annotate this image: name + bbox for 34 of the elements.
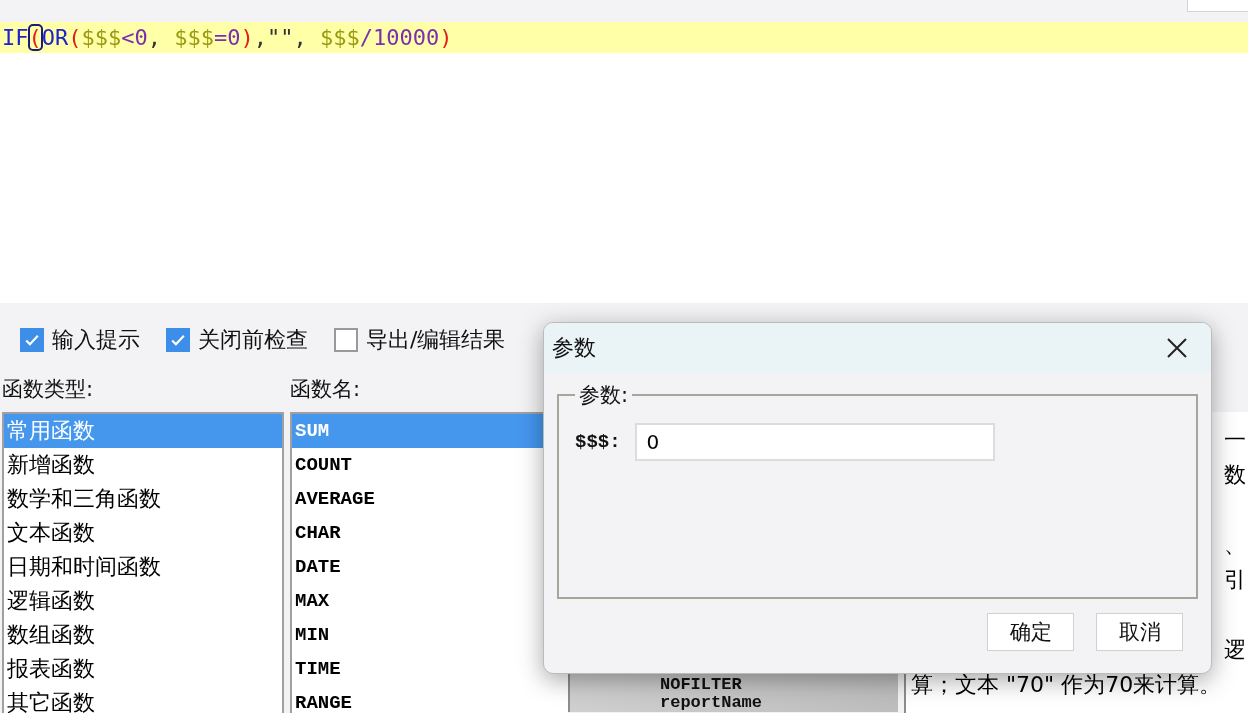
checkbox[interactable] (166, 328, 190, 352)
tree-item[interactable]: NOFILTER (660, 676, 898, 694)
parameter-input[interactable]: 0 (634, 423, 995, 461)
list-item[interactable]: RANGE (292, 686, 568, 713)
input-field[interactable] (1187, 0, 1248, 12)
list-item[interactable]: 逻辑函数 (4, 584, 282, 618)
parameter-label: $$$: (575, 431, 621, 453)
checkbox-label: 关闭前检查 (198, 326, 308, 354)
dialog-button[interactable]: 取消 (1096, 613, 1183, 651)
list-item[interactable]: 文本函数 (4, 516, 282, 550)
checkbox[interactable] (334, 328, 358, 352)
description-text: 引 (1224, 566, 1247, 594)
description-text: 逻 (1224, 636, 1247, 664)
dialog-title: 参数 (552, 334, 596, 362)
list-item[interactable]: 报表函数 (4, 652, 282, 686)
group-label: 参数: (578, 382, 630, 409)
list-item[interactable]: 数组函数 (4, 618, 282, 652)
checkbox[interactable] (20, 328, 44, 352)
checkbox-label: 导出/编辑结果 (366, 326, 506, 354)
checkbox-label: 输入提示 (52, 326, 140, 354)
list-item[interactable]: 数学和三角函数 (4, 482, 282, 516)
list-label: 函数名: (290, 376, 362, 403)
list-item[interactable]: 其它函数 (4, 686, 282, 713)
dialog-button[interactable]: 确定 (987, 613, 1074, 651)
list-item[interactable]: 日期和时间函数 (4, 550, 282, 584)
description-text: 、 (1224, 531, 1247, 559)
list-label: 函数类型: (2, 376, 95, 403)
description-text: 一 (1224, 426, 1247, 454)
tree-item[interactable]: reportName (660, 694, 898, 712)
description-text: 算；文本 "70" 作为70来计算。 (911, 671, 1223, 699)
list-item[interactable]: 新增函数 (4, 448, 282, 482)
description-text: 数 (1224, 461, 1247, 489)
close-icon[interactable] (1165, 336, 1189, 360)
formula-editor[interactable]: IF(OR($$$<0, $$$=0),"", $$$/10000) (0, 22, 1248, 303)
